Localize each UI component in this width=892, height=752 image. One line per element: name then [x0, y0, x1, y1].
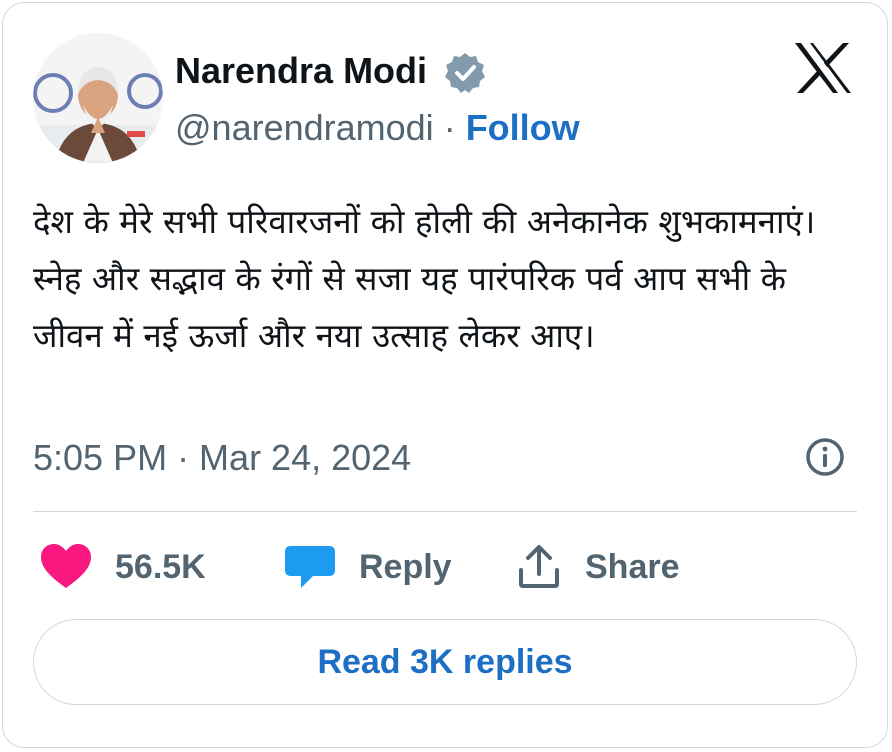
info-icon[interactable]	[803, 435, 847, 479]
read-replies-button[interactable]: Read 3K replies	[33, 619, 857, 705]
share-icon	[519, 545, 559, 588]
like-button[interactable]: 56.5K	[39, 537, 206, 597]
author-handle[interactable]: @narendramodi	[175, 103, 434, 153]
divider	[33, 511, 857, 512]
avatar-image	[33, 33, 163, 163]
heart-icon	[41, 544, 91, 588]
like-count: 56.5K	[115, 547, 206, 586]
action-bar: 56.5K Reply Share	[33, 537, 863, 597]
share-label: Share	[585, 547, 680, 586]
x-logo-icon[interactable]	[793, 41, 853, 95]
author-name[interactable]: Narendra Modi	[175, 47, 427, 95]
read-replies-label: Read 3K replies	[317, 642, 573, 681]
tweet-embed-card: Narendra Modi @narendramodi · Follow देश…	[2, 2, 888, 748]
reply-bubble-icon	[285, 546, 335, 588]
tweet-text: देश के मेरे सभी परिवारजनों को होली की अन…	[33, 202, 816, 355]
avatar[interactable]	[33, 33, 163, 163]
share-button[interactable]: Share	[515, 537, 680, 597]
verified-badge-icon	[443, 51, 487, 95]
tweet-timestamp[interactable]: 5:05 PM · Mar 24, 2024	[33, 433, 411, 483]
reply-label: Reply	[359, 547, 452, 586]
reply-button[interactable]: Reply	[283, 537, 452, 597]
handle-row: @narendramodi · Follow	[175, 103, 580, 153]
follow-button[interactable]: Follow	[466, 103, 580, 153]
separator-dot: ·	[443, 107, 456, 148]
